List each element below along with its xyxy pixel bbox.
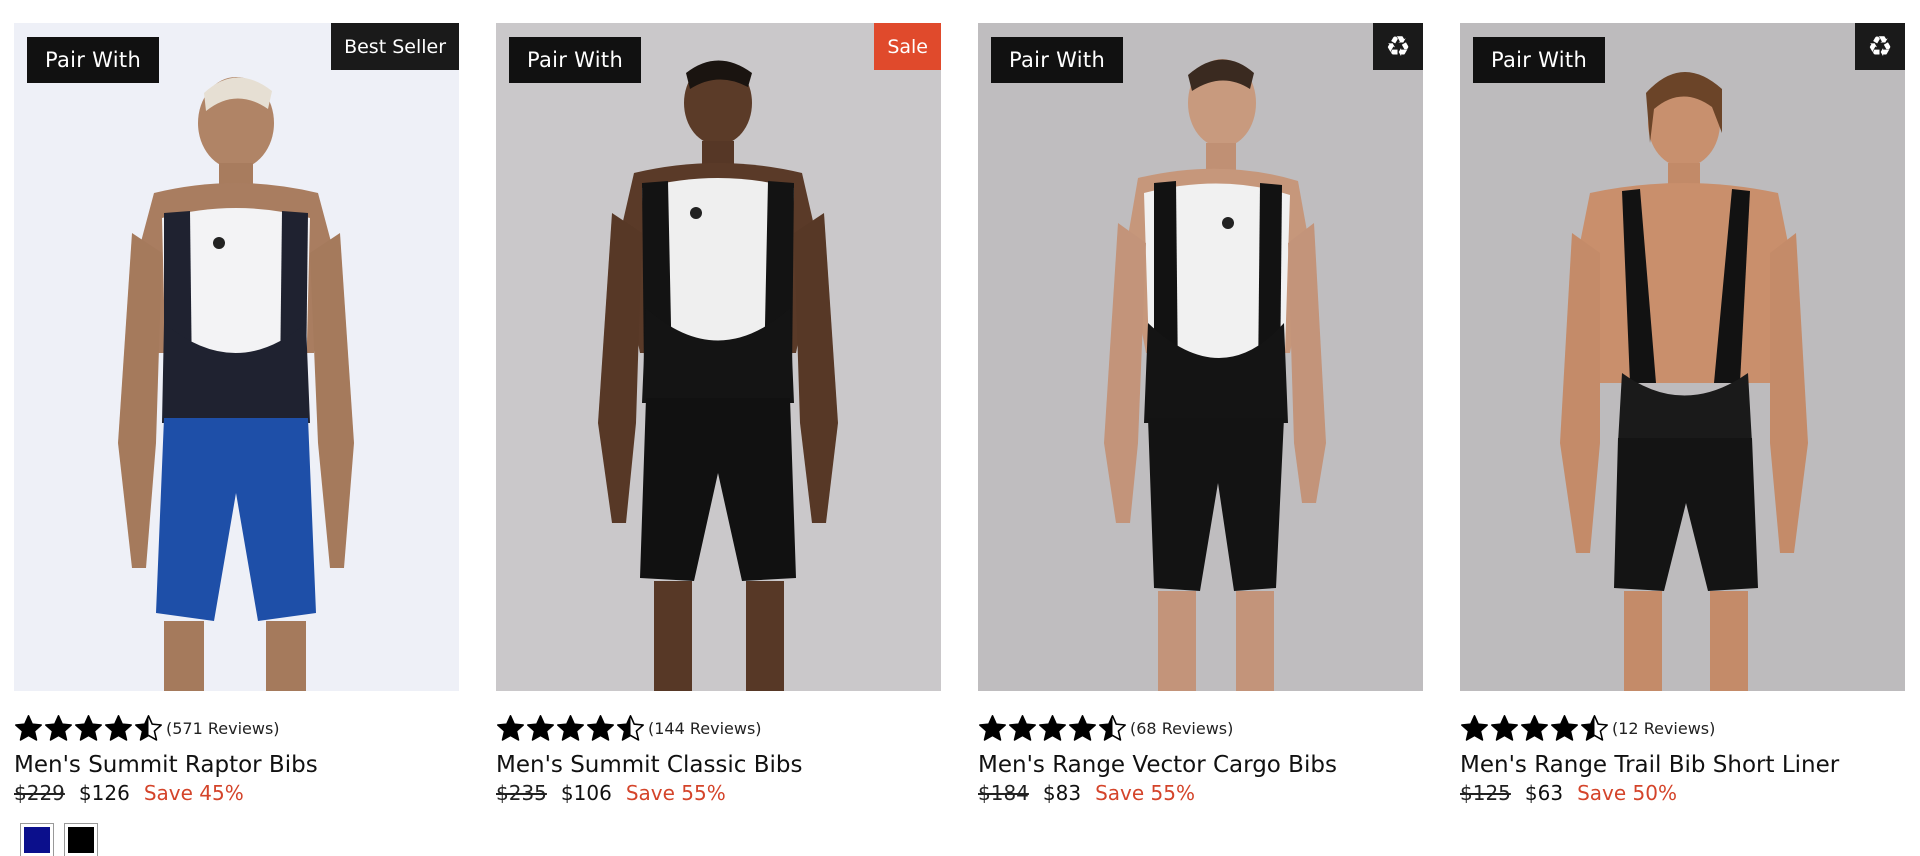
product-title-link[interactable]: Men's Summit Raptor Bibs [14,749,459,781]
swatch-color-fill [24,827,50,853]
original-price: $235 [496,781,547,805]
star-full-icon [497,714,524,741]
star-full-icon [45,714,72,741]
pair-with-button[interactable]: Pair With [991,37,1123,83]
sale-badge: Sale [874,23,941,70]
rating-row: (144 Reviews) [496,712,941,744]
product-card[interactable]: Pair With ♻ (12 Reviews) Men's Range Tra… [1460,23,1905,811]
star-full-icon [1491,714,1518,741]
swatch-color-fill [68,827,94,853]
pair-with-button[interactable]: Pair With [27,37,159,83]
rating-row: (12 Reviews) [1460,712,1905,744]
star-full-icon [1461,714,1488,741]
original-price: $125 [1460,781,1511,805]
product-photo [496,23,941,691]
star-full-icon [15,714,42,741]
rating-row: (68 Reviews) [978,712,1423,744]
star-half-icon [617,714,644,741]
savings-label: Save 55% [625,781,726,805]
price-row: $229 $126 Save 45% [14,781,459,811]
product-title-link[interactable]: Men's Range Trail Bib Short Liner [1460,749,1905,781]
product-image[interactable]: Pair With Sale [496,23,941,691]
star-half-icon [1581,714,1608,741]
product-image[interactable]: Pair With Best Seller [14,23,459,691]
color-swatches [20,823,459,856]
star-rating [978,714,1128,743]
sale-price: $63 [1524,781,1564,805]
star-half-icon [135,714,162,741]
savings-label: Save 50% [1577,781,1677,805]
product-title-link[interactable]: Men's Range Vector Cargo Bibs [978,749,1423,781]
product-title-link[interactable]: Men's Summit Classic Bibs [496,749,941,781]
product-grid: Pair With Best Seller (571 Reviews) Men'… [0,0,1920,856]
sale-price: $106 [560,781,612,805]
recycle-icon: ♻ [1373,23,1423,70]
star-full-icon [1069,714,1096,741]
reviews-count-link[interactable]: (571 Reviews) [166,719,280,738]
star-full-icon [1009,714,1036,741]
product-image[interactable]: Pair With ♻ [1460,23,1905,691]
star-rating [14,714,164,743]
price-row: $184 $83 Save 55% [978,781,1423,811]
product-photo [1460,23,1905,691]
best-seller-badge: Best Seller [331,23,459,70]
original-price: $229 [14,781,65,805]
star-full-icon [557,714,584,741]
reviews-count-link[interactable]: (68 Reviews) [1130,719,1233,738]
star-rating [496,714,646,743]
star-full-icon [527,714,554,741]
star-full-icon [1039,714,1066,741]
star-full-icon [1551,714,1578,741]
original-price: $184 [978,781,1029,805]
star-full-icon [75,714,102,741]
star-full-icon [1521,714,1548,741]
product-card[interactable]: Pair With Best Seller (571 Reviews) Men'… [14,23,459,856]
star-half-icon [1099,714,1126,741]
color-swatch[interactable] [20,823,54,856]
color-swatch[interactable] [64,823,98,856]
sale-price: $126 [78,781,130,805]
reviews-count-link[interactable]: (144 Reviews) [648,719,762,738]
sale-price: $83 [1042,781,1082,805]
savings-label: Save 55% [1095,781,1195,805]
savings-label: Save 45% [143,781,244,805]
product-image[interactable]: Pair With ♻ [978,23,1423,691]
pair-with-button[interactable]: Pair With [509,37,641,83]
price-row: $235 $106 Save 55% [496,781,941,811]
price-row: $125 $63 Save 50% [1460,781,1905,811]
product-photo [14,23,459,691]
reviews-count-link[interactable]: (12 Reviews) [1612,719,1715,738]
recycle-icon: ♻ [1855,23,1905,70]
pair-with-button[interactable]: Pair With [1473,37,1605,83]
product-photo [978,23,1423,691]
product-card[interactable]: Pair With Sale (144 Reviews) Men's Summi… [496,23,941,811]
star-full-icon [105,714,132,741]
product-card[interactable]: Pair With ♻ (68 Reviews) Men's Range Vec… [978,23,1423,811]
rating-row: (571 Reviews) [14,712,459,744]
star-rating [1460,714,1610,743]
star-full-icon [979,714,1006,741]
star-full-icon [587,714,614,741]
